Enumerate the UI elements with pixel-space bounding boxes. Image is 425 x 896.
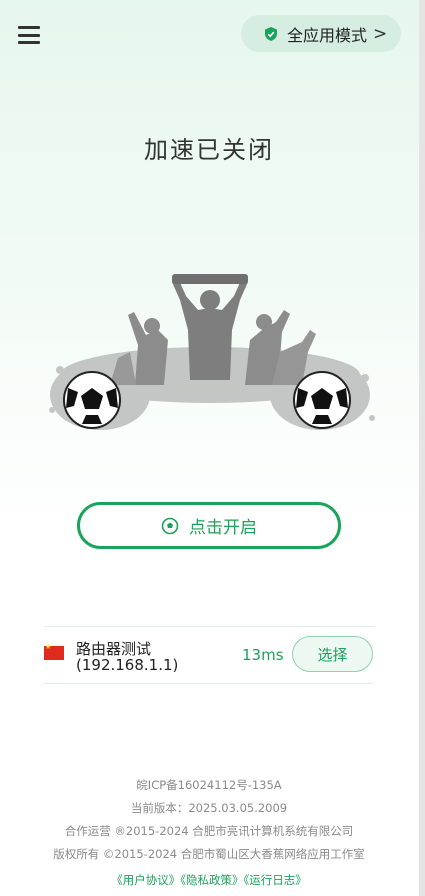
- chevron-right-icon: >: [373, 23, 388, 44]
- shield-icon: [265, 26, 277, 41]
- privacy-policy-link[interactable]: 《隐私政策》: [180, 873, 243, 887]
- acceleration-status: 加速已关闭: [144, 136, 274, 164]
- operator-info: 合作运营 ®2015-2024 合肥市亮讯计算机系统有限公司: [64, 824, 354, 838]
- soccer-ball-left: [63, 371, 121, 429]
- soccer-ball-icon: [161, 517, 179, 534]
- start-button-label: 点击开启: [189, 518, 257, 538]
- footer-links: 《用户协议》《隐私政策》《运行日志》: [0, 872, 418, 888]
- hamburger-menu-icon[interactable]: [18, 26, 40, 44]
- divider-bottom: [44, 683, 374, 684]
- crowd-silhouettes: [110, 274, 316, 385]
- run-log-link[interactable]: 《运行日志》: [244, 873, 307, 887]
- node-row: 路由器测试 (192.168.1.1) 13ms 选择: [44, 628, 374, 682]
- app-mode-button[interactable]: 全应用模式 >: [241, 15, 401, 52]
- divider-top: [44, 626, 374, 627]
- app-mode-label: 全应用模式: [287, 25, 368, 45]
- select-node-button[interactable]: 选择: [292, 636, 373, 672]
- user-agreement-link[interactable]: 《用户协议》: [111, 873, 180, 887]
- app-version: 当前版本：2025.03.05.2009: [130, 801, 288, 815]
- node-latency: 13ms: [242, 646, 284, 664]
- copyright-info: 版权所有 ©2015-2024 合肥市蜀山区大香蕉网络应用工作室: [53, 847, 365, 861]
- start-acceleration-button[interactable]: 点击开启: [77, 502, 341, 549]
- soccer-ball-right: [293, 371, 351, 429]
- china-flag-icon: [44, 643, 64, 660]
- football-fans-illustration: [49, 274, 375, 430]
- scrollbar-track: [419, 0, 425, 896]
- node-ip: (192.168.1.1): [76, 656, 179, 674]
- icp-number: 皖ICP备16024112号-135A: [136, 778, 282, 792]
